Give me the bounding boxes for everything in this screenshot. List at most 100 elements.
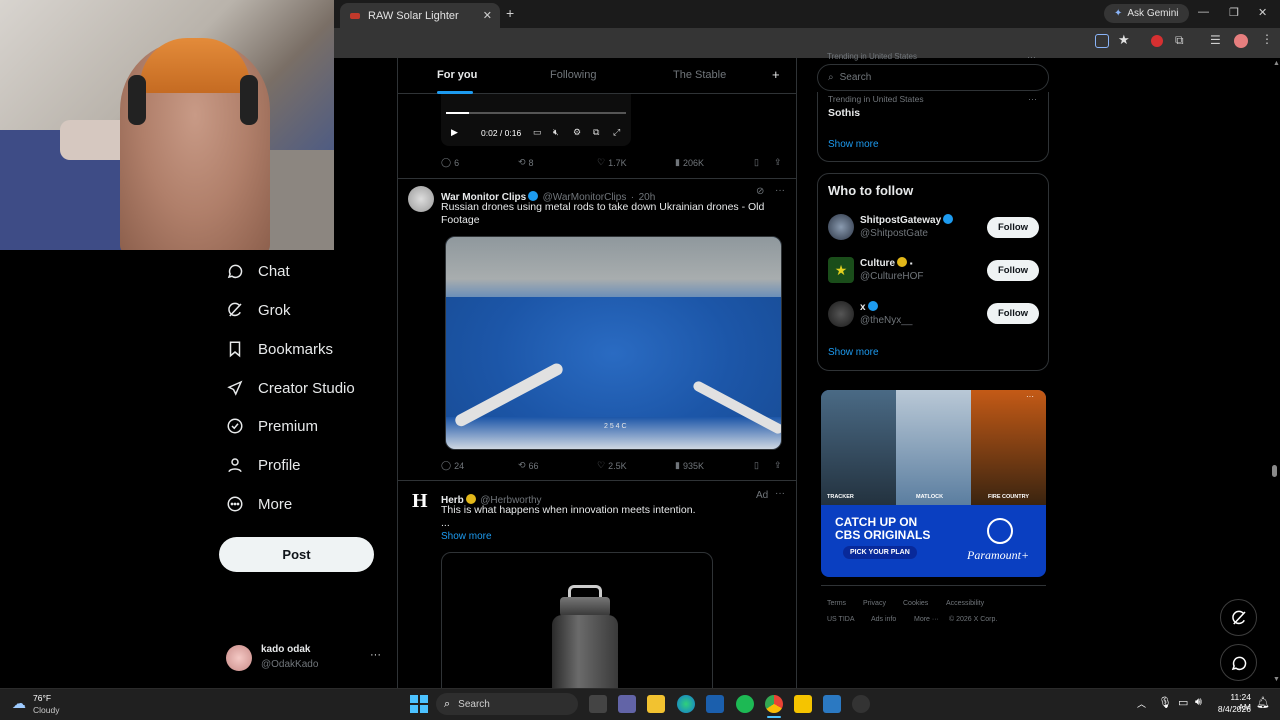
footer-accessibility-link[interactable]: Accessibility <box>946 600 984 607</box>
post-video[interactable]: 2 5 4 C <box>445 236 782 450</box>
post-more-icon[interactable]: ··· <box>775 185 785 196</box>
footer-cookies-link[interactable]: Cookies <box>903 600 928 607</box>
who-to-follow-show-more[interactable]: Show more <box>828 347 879 358</box>
footer-more-link[interactable]: More ··· <box>914 616 939 623</box>
trending-more-icon[interactable]: ··· <box>1028 94 1037 104</box>
teams-icon[interactable] <box>618 695 636 713</box>
fullscreen-icon[interactable]: ⤢ <box>613 127 620 138</box>
footer-privacy-link[interactable]: Privacy <box>863 600 886 607</box>
bookmark-action[interactable]: ▯ <box>754 157 759 168</box>
share-action[interactable]: ⇪ <box>774 157 782 168</box>
network-icon[interactable]: ▭ <box>1178 696 1188 709</box>
browser-tab[interactable]: RAW Solar Lighter ✕ <box>340 3 500 28</box>
trending-top-more-icon[interactable]: ··· <box>1027 52 1036 62</box>
close-tab-icon[interactable]: ✕ <box>483 9 492 22</box>
tab-the-stable[interactable]: The Stable <box>673 69 726 81</box>
messages-float-button[interactable] <box>1220 644 1257 681</box>
nav-chat[interactable]: Chat <box>226 256 290 286</box>
suggestion-name[interactable]: x <box>860 301 878 313</box>
follow-button[interactable]: Follow <box>987 260 1039 281</box>
footer-terms-link[interactable]: Terms <box>827 600 846 607</box>
tab-following[interactable]: Following <box>550 69 596 81</box>
video-player[interactable]: ▶ 0:02 / 0:16 ▭ 🔇︎ ⚙ ⧉ ⤢ <box>441 94 631 146</box>
scroll-down-icon[interactable]: ▼ <box>1273 676 1280 683</box>
ad-cta-button[interactable]: PICK YOUR PLAN <box>843 546 917 559</box>
account-more-icon[interactable]: ··· <box>370 649 381 661</box>
views-action[interactable]: ▮ 206K <box>675 157 704 168</box>
settings-icon[interactable]: ⚙ <box>573 127 581 138</box>
reply-action[interactable]: ◯ 6 <box>441 157 459 168</box>
mute-icon[interactable]: 🔇︎ <box>553 127 559 138</box>
minimize-icon[interactable]: — <box>1198 6 1209 18</box>
like-action[interactable]: ♡ 1.7K <box>597 157 627 168</box>
war-monitor-avatar[interactable] <box>408 186 434 212</box>
repost-action[interactable]: ⟲ 66 <box>518 460 539 471</box>
follow-button[interactable]: Follow <box>987 217 1039 238</box>
extension-red-icon[interactable] <box>1151 35 1163 47</box>
suggestion-avatar[interactable] <box>828 214 854 240</box>
post-button[interactable]: Post <box>219 537 374 572</box>
bookmark-action[interactable]: ▯ <box>754 460 759 471</box>
close-window-icon[interactable]: ✕ <box>1258 6 1267 19</box>
app-icon[interactable] <box>794 695 812 713</box>
obs-icon[interactable] <box>852 695 870 713</box>
microphone-icon[interactable]: 🎙︎ <box>1158 696 1172 709</box>
nav-premium[interactable]: Premium <box>226 411 318 441</box>
footer-ads-info-link[interactable]: Ads info <box>871 616 896 623</box>
taskbar-search[interactable]: ⌕ Search <box>436 693 578 715</box>
extensions-puzzle-icon[interactable]: ⧉ <box>1175 33 1184 48</box>
suggestion-avatar[interactable] <box>828 301 854 327</box>
like-action[interactable]: ♡ 2.5K <box>597 460 627 471</box>
grok-post-icon[interactable]: ⊘ <box>756 186 764 197</box>
views-action[interactable]: ▮ 935K <box>675 460 704 471</box>
weather-temperature[interactable]: 76°F <box>33 693 51 703</box>
account-switcher[interactable]: kado odak @OdakKado ··· <box>226 643 386 675</box>
suggestion-name[interactable]: ShitpostGateway <box>860 214 954 226</box>
paramount-ad[interactable]: TRACKER MATLOCK FIRE COUNTRY ··· CATCH U… <box>821 390 1046 577</box>
ad-product-image[interactable] <box>441 552 713 688</box>
show-hidden-icons[interactable]: ︿ <box>1137 697 1146 710</box>
search-input[interactable]: ⌕ Search <box>817 64 1049 91</box>
photos-icon[interactable] <box>823 695 841 713</box>
footer-tida-link[interactable]: US TIDA <box>827 616 855 623</box>
volume-icon[interactable]: 🔊︎ <box>1195 696 1202 709</box>
tab-for-you[interactable]: For you <box>437 69 477 81</box>
ad-more-icon[interactable]: ··· <box>1026 392 1034 401</box>
install-app-icon[interactable] <box>1095 34 1109 48</box>
chrome-icon[interactable] <box>765 695 783 713</box>
restore-icon[interactable]: ❐ <box>1229 6 1239 19</box>
captions-icon[interactable]: ▭ <box>533 127 542 138</box>
reply-action[interactable]: ◯ 24 <box>441 460 464 471</box>
file-explorer-icon[interactable] <box>647 695 665 713</box>
task-view-icon[interactable] <box>589 695 607 713</box>
play-icon[interactable]: ▶ <box>451 127 458 138</box>
profile-avatar-icon[interactable] <box>1234 34 1248 48</box>
bookmark-star-icon[interactable]: ★ <box>1118 32 1130 48</box>
pip-icon[interactable]: ⧉ <box>593 127 599 138</box>
windows-start-icon[interactable] <box>410 695 428 713</box>
chrome-menu-icon[interactable]: ⋮ <box>1261 32 1273 46</box>
scroll-up-icon[interactable]: ▲ <box>1273 60 1280 67</box>
new-tab-icon[interactable]: + <box>506 5 514 21</box>
suggestion-name[interactable]: Culture ▪ <box>860 257 913 269</box>
trending-show-more[interactable]: Show more <box>828 139 879 150</box>
nav-bookmarks[interactable]: Bookmarks <box>226 334 333 364</box>
nav-more[interactable]: More <box>226 489 292 519</box>
follow-button[interactable]: Follow <box>987 303 1039 324</box>
nav-profile[interactable]: Profile <box>226 450 301 480</box>
show-more-link[interactable]: Show more <box>441 531 492 542</box>
notifications-bell-icon[interactable]: 🔔︎ <box>1256 696 1270 709</box>
repost-action[interactable]: ⟲ 8 <box>518 157 534 168</box>
trending-topic[interactable]: Sothis <box>828 107 860 119</box>
ask-gemini-button[interactable]: ✦ Ask Gemini <box>1104 4 1189 23</box>
nav-creator-studio[interactable]: Creator Studio <box>226 373 355 403</box>
video-progress-track[interactable] <box>446 112 626 114</box>
post-more-icon[interactable]: ··· <box>775 488 785 499</box>
suggestion-avatar[interactable]: ★ <box>828 257 854 283</box>
edge-icon[interactable] <box>677 695 695 713</box>
spotify-icon[interactable] <box>736 695 754 713</box>
media-controls-icon[interactable]: ☰ <box>1210 33 1221 47</box>
grok-float-button[interactable] <box>1220 599 1257 636</box>
scrollbar-thumb[interactable] <box>1272 465 1277 477</box>
share-action[interactable]: ⇪ <box>774 460 782 471</box>
